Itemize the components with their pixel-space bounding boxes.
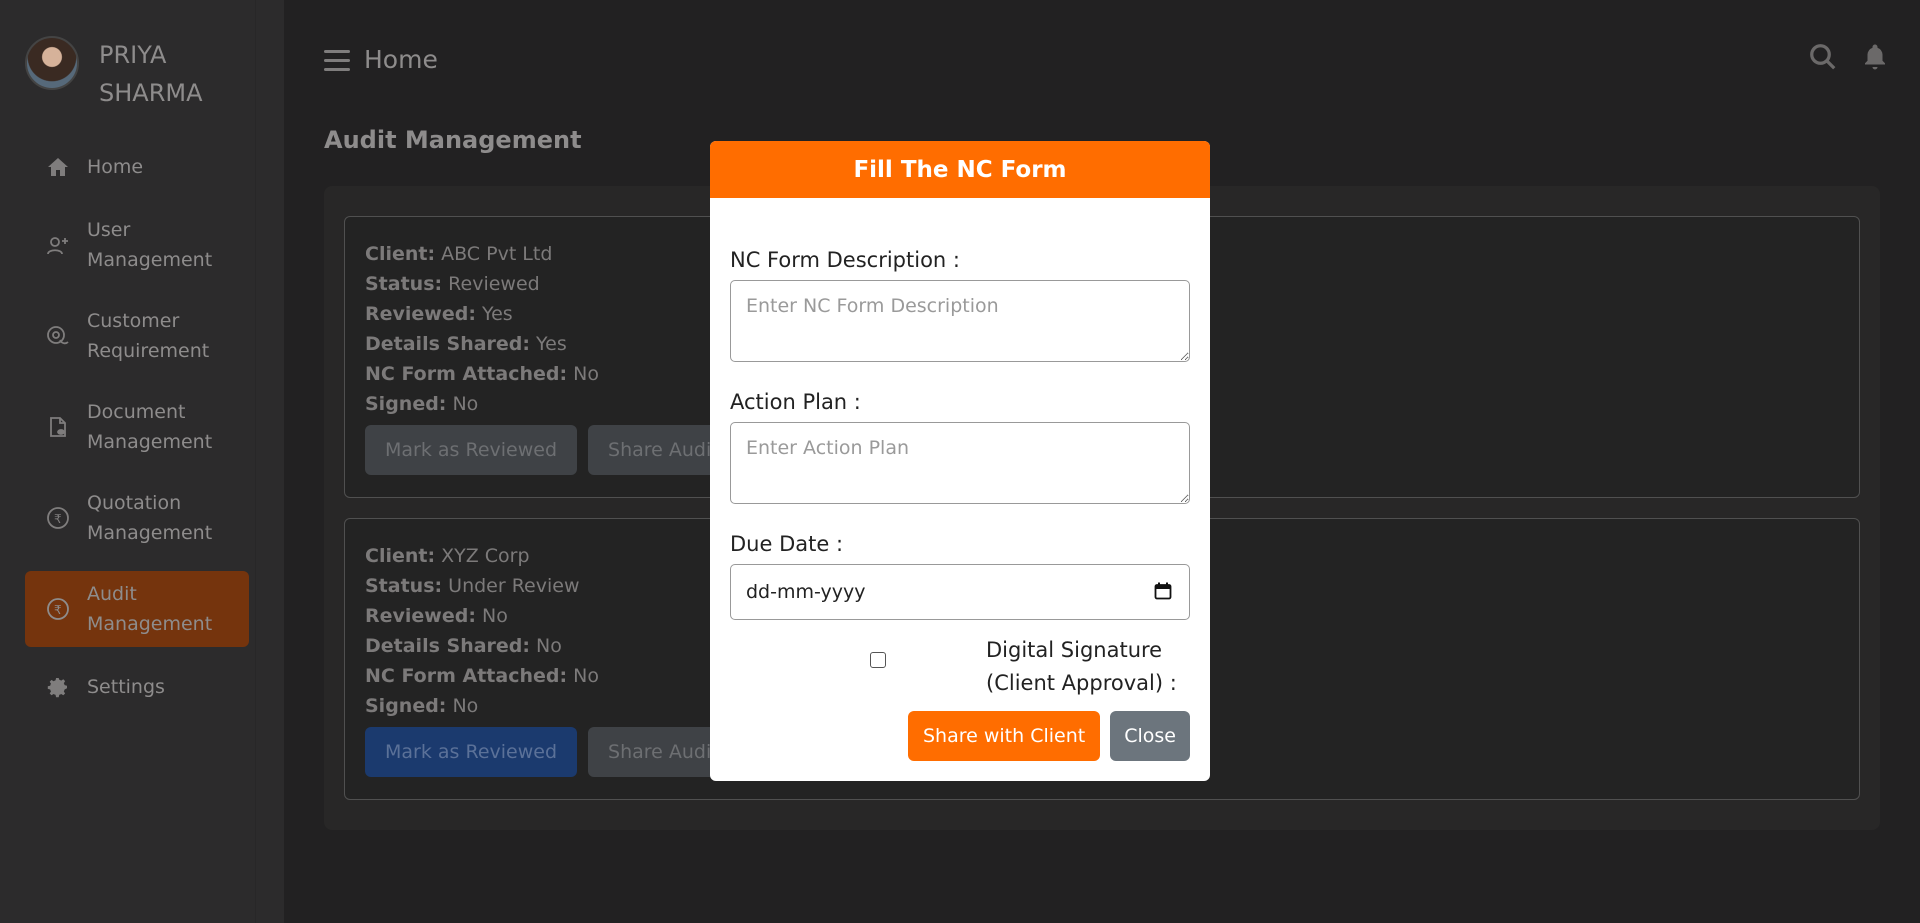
action-plan-textarea[interactable]: [730, 422, 1190, 504]
calendar-icon[interactable]: [1154, 582, 1172, 600]
description-textarea[interactable]: [730, 280, 1190, 362]
digital-signature-checkbox[interactable]: [870, 652, 886, 668]
digital-signature-label: Digital Signature (Client Approval) :: [986, 638, 1177, 695]
nc-form-modal: Fill The NC Form NC Form Description : A…: [710, 141, 1210, 781]
modal-actions: Share with Client Close: [908, 711, 1190, 761]
due-date-label: Due Date :: [730, 532, 844, 556]
signature-row: Digital Signature (Client Approval) :: [730, 634, 1190, 704]
description-label: NC Form Description :: [730, 248, 960, 272]
due-date-field: dd-mm-yyyy: [730, 564, 1190, 620]
action-plan-label: Action Plan :: [730, 390, 861, 414]
due-date-input[interactable]: dd-mm-yyyy: [730, 564, 1190, 620]
modal-title: Fill The NC Form: [710, 141, 1210, 198]
close-button[interactable]: Close: [1110, 711, 1190, 761]
app-root: PRIYA SHARMA Home User Management Custom…: [0, 0, 1920, 923]
share-with-client-button[interactable]: Share with Client: [908, 711, 1101, 761]
